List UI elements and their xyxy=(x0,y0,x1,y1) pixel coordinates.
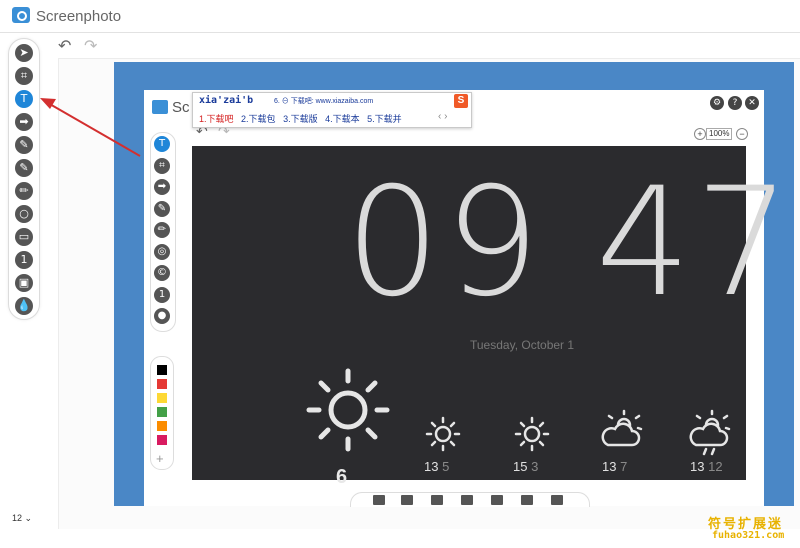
crop-icon[interactable]: ⌗ xyxy=(15,67,33,85)
text-icon[interactable]: T xyxy=(15,90,33,108)
send-icon[interactable]: ➤ xyxy=(15,44,33,62)
image-icon[interactable]: ▣ xyxy=(15,274,33,292)
annotation-arrow xyxy=(40,98,141,157)
ime-composition-text: xia'zai'b xyxy=(199,95,254,106)
ime-candidates: 1.下载吧 2.下载包 3.下载版 4.下载本 5.下载并 xyxy=(199,112,402,125)
sogou-logo-icon: S xyxy=(454,94,468,108)
forecast-high: 15 xyxy=(513,459,528,474)
partly-cloudy-icon xyxy=(601,409,643,447)
blur-icon[interactable]: 💧 xyxy=(15,297,33,315)
copy-icon xyxy=(461,495,473,505)
download-icon xyxy=(373,495,385,505)
ime-candidate[interactable]: 5.下载并 xyxy=(367,114,402,124)
ime-candidate[interactable]: 3.下载版 xyxy=(283,114,318,124)
ime-hint: 6. ⊖ 下载吧: www.xiazaiba.com xyxy=(274,98,374,105)
upload-icon xyxy=(401,495,413,505)
marker-icon[interactable]: ✎ xyxy=(15,159,33,177)
forecast-high: 13 xyxy=(424,459,439,474)
watermark-url: fuhao321.com xyxy=(712,530,785,541)
forecast-high: 13 xyxy=(690,459,705,474)
sun-icon xyxy=(514,416,550,452)
forecast-temp: 13 12 xyxy=(690,459,723,474)
forecast-low: 5 xyxy=(442,459,450,474)
arrow-icon[interactable]: ➡ xyxy=(15,113,33,131)
email-icon xyxy=(491,495,503,505)
pencil-icon[interactable]: ✏ xyxy=(15,182,33,200)
today-temperature: 6 xyxy=(336,466,348,488)
ime-candidate[interactable]: 1.下载吧 xyxy=(199,114,234,124)
ime-page-nav[interactable]: ‹ › xyxy=(438,111,447,122)
forecast-temp: 13 5 xyxy=(424,459,449,474)
weather-icons xyxy=(40,98,731,456)
video-icon xyxy=(551,495,563,505)
tool-palette: ➤ ⌗ T ➡ ✎ ✎ ✏ ○ ▭ 1 ▣ 💧 xyxy=(8,38,40,320)
print-icon xyxy=(431,495,443,505)
highlighter-icon[interactable]: ✎ xyxy=(15,136,33,154)
size-value: 12 xyxy=(12,513,23,523)
forecast-low: 12 xyxy=(708,459,723,474)
ime-candidate[interactable]: 4.下载本 xyxy=(325,114,360,124)
sun-icon xyxy=(306,368,390,452)
forecast-high: 13 xyxy=(602,459,617,474)
forecast-low: 7 xyxy=(620,459,628,474)
number-icon[interactable]: 1 xyxy=(15,251,33,269)
rectangle-icon[interactable]: ▭ xyxy=(15,228,33,246)
forecast-temp: 13 7 xyxy=(602,459,627,474)
forecast-temp: 15 3 xyxy=(513,459,538,474)
size-select[interactable]: 12 ⌄ xyxy=(12,513,32,524)
circle-icon[interactable]: ○ xyxy=(15,205,33,223)
rain-cloud-icon xyxy=(689,409,731,456)
forecast-low: 3 xyxy=(531,459,539,474)
ime-candidate[interactable]: 2.下载包 xyxy=(241,114,276,124)
inner-export-bar xyxy=(350,492,590,507)
share-icon xyxy=(521,495,533,505)
sun-icon xyxy=(425,416,461,452)
